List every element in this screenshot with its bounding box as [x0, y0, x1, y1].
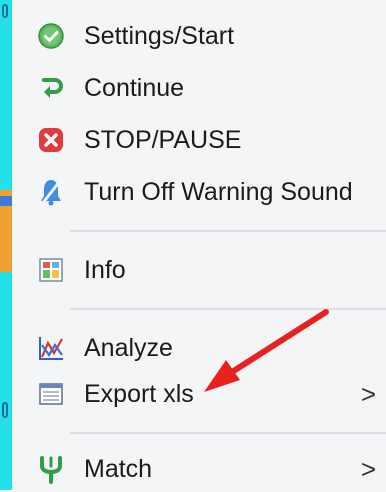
menu-item-label: Export xls: [84, 380, 194, 408]
check-circle-icon: [36, 21, 66, 51]
menu-separator: [70, 230, 386, 232]
menu-item-continue[interactable]: Continue: [22, 66, 386, 112]
menu-item-stop-pause[interactable]: STOP/PAUSE: [22, 118, 386, 164]
menu-item-label: STOP/PAUSE: [84, 126, 242, 154]
menu-item-label: Settings/Start: [84, 22, 235, 50]
background-glyph: [2, 402, 8, 418]
menu-separator: [70, 432, 386, 434]
stop-octagon-icon: [36, 125, 66, 155]
spreadsheet-icon: [36, 379, 66, 409]
context-menu: Settings/Start Continue STOP/PAUSE Turn …: [22, 0, 386, 490]
continue-icon: [36, 73, 66, 103]
menu-item-info[interactable]: Info: [22, 248, 386, 294]
background-blue-block: [0, 196, 12, 206]
menu-item-analyze[interactable]: Analyze: [22, 326, 386, 372]
menu-separator: [70, 308, 386, 310]
menu-item-settings-start[interactable]: Settings/Start: [22, 14, 386, 60]
menu-item-label: Analyze: [84, 334, 173, 362]
menu-item-label: Continue: [84, 74, 185, 102]
menu-item-turn-off-warning-sound[interactable]: Turn Off Warning Sound: [22, 170, 386, 216]
chart-analyze-icon: [36, 333, 66, 363]
background-glyph: [2, 4, 8, 18]
info-grid-icon: [36, 255, 66, 285]
menu-item-label: Match: [84, 455, 153, 483]
menu-item-label: Info: [84, 256, 126, 284]
menu-item-label: Turn Off Warning Sound: [84, 178, 353, 206]
bell-off-icon: [36, 177, 66, 207]
menu-item-export-xls[interactable]: Export xls >: [22, 372, 386, 418]
submenu-chevron-icon: >: [360, 454, 376, 484]
background-window-strip: [0, 0, 12, 490]
submenu-chevron-icon: >: [360, 379, 376, 409]
fork-icon: [36, 454, 66, 484]
menu-item-match[interactable]: Match >: [22, 446, 386, 492]
